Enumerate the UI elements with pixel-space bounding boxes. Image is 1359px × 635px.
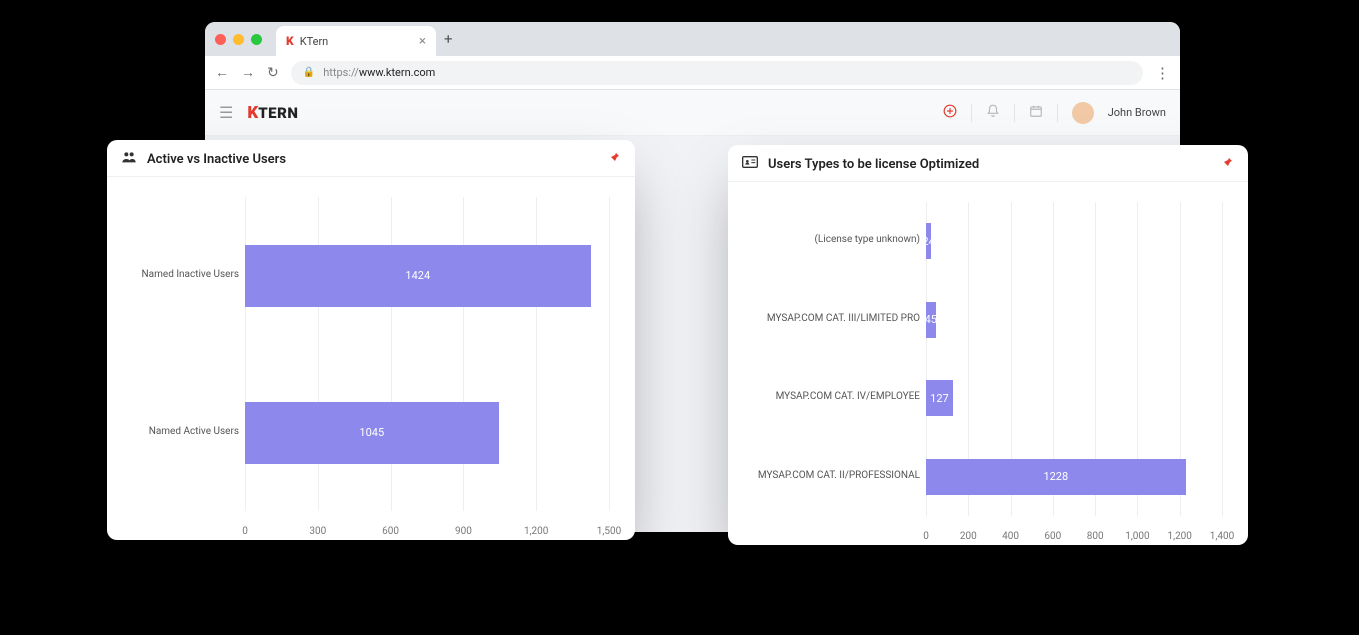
bar[interactable]: 1045 <box>245 402 499 464</box>
favicon-icon: K <box>286 34 294 48</box>
lock-icon: 🔒 <box>303 67 315 78</box>
app-header: ☰ KTERN John Brown <box>205 90 1180 136</box>
minimize-window-icon[interactable] <box>233 34 244 45</box>
user-name: John Brown <box>1108 106 1166 119</box>
add-icon[interactable] <box>943 104 957 122</box>
panel-active-inactive-users: Active vs Inactive Users 0 300 600 900 1,200… <box>107 140 635 540</box>
x-axis-tick: 0 <box>242 526 248 537</box>
x-axis-tick: 1,200 <box>1167 531 1191 542</box>
chart-license-types: 02004006008001,0001,2001,400(License typ… <box>746 202 1230 542</box>
window-controls <box>215 34 262 45</box>
hamburger-menu-icon[interactable]: ☰ <box>219 103 233 122</box>
category-label: MYSAP.COM CAT. III/LIMITED PRO <box>746 313 920 324</box>
chart-area-right: 0 200 400 600 800 1,000 1,200 1,400 (License typ… <box>728 182 1248 542</box>
x-axis-tick: 400 <box>1002 531 1019 542</box>
grid-line <box>609 197 610 511</box>
x-axis-tick: 600 <box>1044 531 1061 542</box>
url-prefix: https:// <box>323 66 359 79</box>
id-card-icon <box>742 155 758 173</box>
bar[interactable]: 1228 <box>926 459 1186 495</box>
forward-icon[interactable]: → <box>241 64 255 81</box>
category-label: (License type unknown) <box>746 234 920 245</box>
pin-icon[interactable] <box>1222 156 1234 172</box>
divider <box>1014 104 1015 122</box>
x-axis-tick: 1,400 <box>1210 531 1234 542</box>
close-tab-icon[interactable]: × <box>419 34 426 49</box>
maximize-window-icon[interactable] <box>251 34 262 45</box>
back-icon[interactable]: ← <box>215 64 229 81</box>
category-label: MYSAP.COM CAT. IV/EMPLOYEE <box>746 391 920 402</box>
browser-tab[interactable]: K KTern × <box>276 26 436 56</box>
panel-header: Active vs Inactive Users <box>107 140 635 177</box>
browser-toolbar: ← → ↻ 🔒 https://www.ktern.com ⋮ <box>205 56 1180 90</box>
bar[interactable]: 24 <box>926 223 931 259</box>
category-label: MYSAP.COM CAT. II/PROFESSIONAL <box>746 470 920 481</box>
avatar[interactable] <box>1072 102 1094 124</box>
browser-menu-icon[interactable]: ⋮ <box>1155 64 1170 82</box>
url-host: www.ktern.com <box>359 66 435 79</box>
close-window-icon[interactable] <box>215 34 226 45</box>
x-axis-tick: 600 <box>382 526 399 537</box>
logo-k: K <box>247 103 258 123</box>
x-axis-tick: 200 <box>960 531 977 542</box>
x-axis-tick: 900 <box>455 526 472 537</box>
x-axis-tick: 800 <box>1087 531 1104 542</box>
chart-area-left: 0 300 600 900 1,200 1,500 Named Inactive Users… <box>107 177 635 537</box>
grid-line <box>1222 202 1223 516</box>
chart-active-inactive: 03006009001,2001,500Named Inactive Users… <box>125 197 617 537</box>
new-tab-icon[interactable]: + <box>444 30 453 48</box>
panel-title: Users Types to be license Optimized <box>768 157 979 172</box>
divider <box>1057 104 1058 122</box>
category-label: Named Active Users <box>125 426 239 437</box>
bell-icon[interactable] <box>986 104 1000 122</box>
x-axis-tick: 1,500 <box>597 526 621 537</box>
x-axis-tick: 0 <box>923 531 929 542</box>
pin-icon[interactable] <box>609 151 621 167</box>
browser-tab-strip: K KTern × + <box>205 22 1180 56</box>
panel-title: Active vs Inactive Users <box>147 152 286 167</box>
divider <box>971 104 972 122</box>
bar[interactable]: 1424 <box>245 245 591 307</box>
url-field[interactable]: 🔒 https://www.ktern.com <box>291 61 1143 85</box>
panel-header: Users Types to be license Optimized <box>728 145 1248 182</box>
users-icon <box>121 150 137 168</box>
logo-tern: TERN <box>258 104 298 122</box>
x-axis-tick: 300 <box>309 526 326 537</box>
panel-license-optimized: Users Types to be license Optimized 0 200… <box>728 145 1248 545</box>
bar[interactable]: 45 <box>926 302 936 338</box>
browser-tab-title: KTern <box>300 35 329 48</box>
x-axis-tick: 1,000 <box>1125 531 1149 542</box>
app-logo: KTERN <box>247 103 298 123</box>
reload-icon[interactable]: ↻ <box>267 65 279 81</box>
bar[interactable]: 127 <box>926 380 953 416</box>
x-axis-tick: 1,200 <box>524 526 548 537</box>
category-label: Named Inactive Users <box>125 269 239 280</box>
calendar-icon[interactable] <box>1029 104 1043 122</box>
